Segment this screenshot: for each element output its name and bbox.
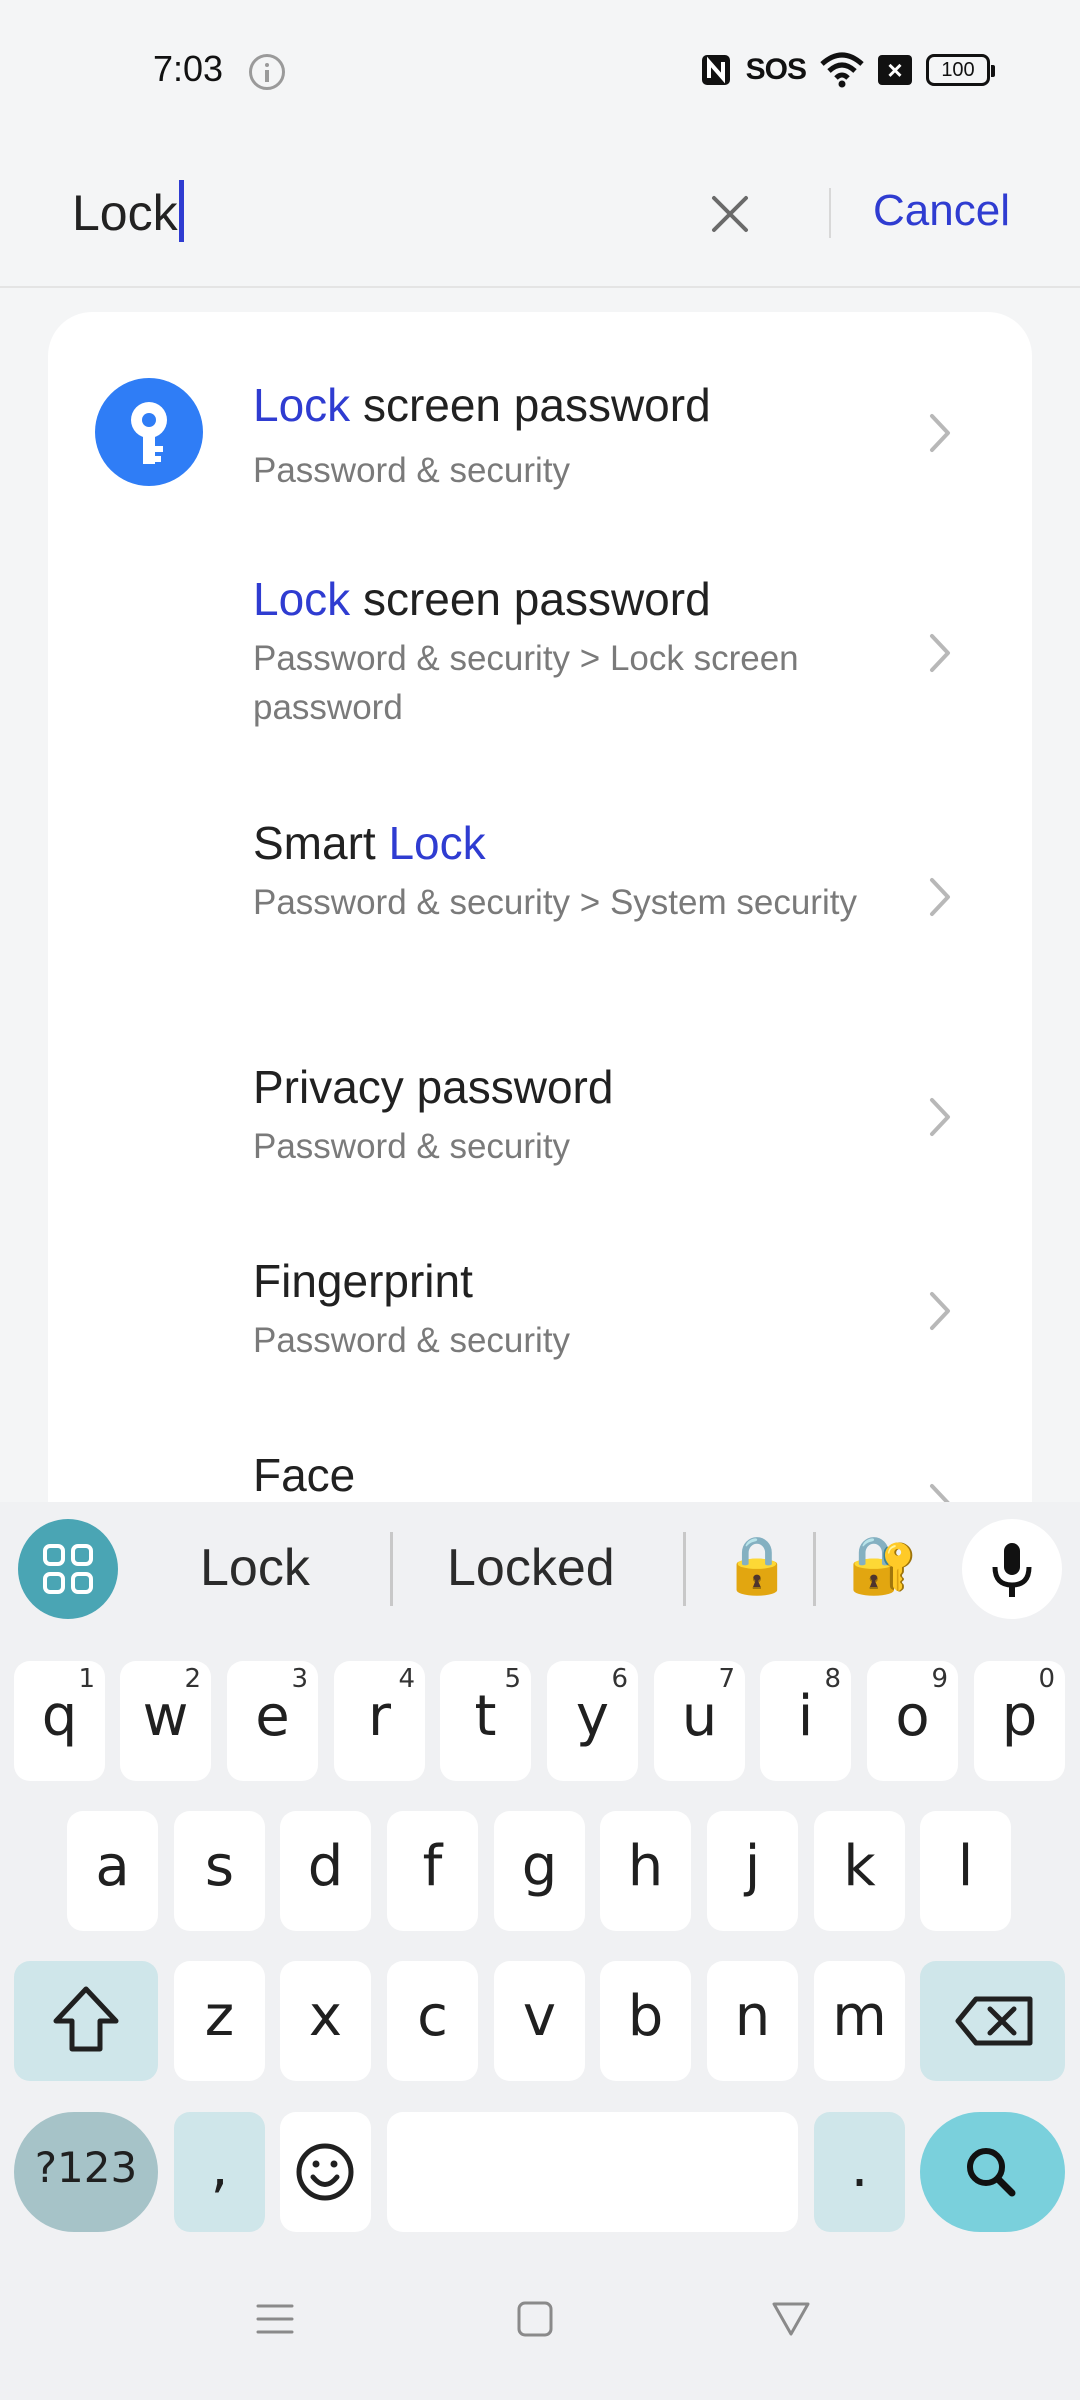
key-t[interactable]: t5 <box>440 1661 531 1781</box>
key-z[interactable]: z <box>174 1961 265 2081</box>
key-j[interactable]: j <box>707 1811 798 1931</box>
result-item[interactable]: Face <box>48 1382 1032 1502</box>
key-o[interactable]: o9 <box>867 1661 958 1781</box>
nfc-icon <box>701 55 730 85</box>
emoji-suggestion[interactable]: 🔐 <box>848 1532 918 1598</box>
chevron-right-icon <box>930 414 950 452</box>
result-item[interactable]: Fingerprint Password & security <box>48 1188 1032 1382</box>
key-m[interactable]: m <box>814 1961 905 2081</box>
emoji-key[interactable] <box>280 2112 371 2232</box>
period-key[interactable]: . <box>814 2112 905 2232</box>
suggestion-item[interactable]: Locked <box>447 1538 615 1598</box>
result-title: Lock screen password <box>253 379 711 431</box>
key-p[interactable]: p0 <box>974 1661 1065 1781</box>
search-bar: Lock Cancel <box>0 150 1080 286</box>
result-title: Face <box>253 1449 356 1501</box>
keyboard: Lock Locked 🔒 🔐 q1 w2 e3 r4 t5 y6 u7 i8 … <box>0 1502 1080 2254</box>
key-w[interactable]: w2 <box>120 1661 211 1781</box>
symbols-key[interactable]: ?123 <box>14 2112 158 2232</box>
status-bar: 7:03 SOS × 100 <box>0 0 1080 130</box>
key-s[interactable]: s <box>174 1811 265 1931</box>
emoji-suggestion[interactable]: 🔒 <box>722 1532 792 1598</box>
result-subtitle: Password & security > System security <box>253 883 857 922</box>
shift-key[interactable] <box>14 1961 158 2081</box>
header-divider <box>0 286 1080 288</box>
microphone-icon[interactable] <box>962 1519 1062 1619</box>
result-subtitle: Password & security > Lock screen passwo… <box>253 639 799 727</box>
search-results: Lock screen password Password & security… <box>48 312 1032 1502</box>
chevron-right-icon <box>930 878 950 916</box>
emoji-icon <box>296 2143 354 2201</box>
battery-level: 100 <box>941 59 975 81</box>
comma-key[interactable]: , <box>174 2112 265 2232</box>
key-h[interactable]: h <box>600 1811 691 1931</box>
key-a[interactable]: a <box>67 1811 158 1931</box>
key-x[interactable]: x <box>280 1961 371 2081</box>
key-u[interactable]: u7 <box>654 1661 745 1781</box>
clear-search-icon[interactable] <box>700 184 760 244</box>
result-item[interactable]: Lock screen password Password & security… <box>48 506 1032 750</box>
search-query: Lock <box>72 185 178 241</box>
key-b[interactable]: b <box>600 1961 691 2081</box>
no-sim-icon: × <box>878 55 912 85</box>
suggestion-divider <box>683 1532 686 1606</box>
key-d[interactable]: d <box>280 1811 371 1931</box>
backspace-icon <box>955 1996 1033 2046</box>
home-icon[interactable] <box>510 2294 560 2344</box>
suggestion-bar: Lock Locked 🔒 🔐 <box>0 1502 1080 1638</box>
battery-icon: 100 <box>926 54 995 86</box>
key-q[interactable]: q1 <box>14 1661 105 1781</box>
suggestion-divider <box>813 1532 816 1606</box>
result-title: Fingerprint <box>253 1255 473 1307</box>
key-r[interactable]: r4 <box>334 1661 425 1781</box>
key-f[interactable]: f <box>387 1811 478 1931</box>
result-title: Privacy password <box>253 1061 614 1113</box>
key-g[interactable]: g <box>494 1811 585 1931</box>
suggestion-divider <box>390 1532 393 1606</box>
cancel-button[interactable]: Cancel <box>860 186 1010 236</box>
sos-indicator: SOS <box>745 53 807 86</box>
space-key[interactable] <box>387 2112 798 2232</box>
result-subtitle: Password & security <box>253 451 571 490</box>
result-item[interactable]: Privacy password Password & security <box>48 994 1032 1188</box>
key-icon <box>95 378 203 486</box>
search-key[interactable] <box>920 2112 1065 2232</box>
shift-icon <box>53 1986 119 2052</box>
chevron-right-icon <box>930 1484 950 1502</box>
key-l[interactable]: l <box>920 1811 1011 1931</box>
search-input[interactable]: Lock <box>72 180 184 242</box>
status-icons: SOS × 100 <box>700 52 995 88</box>
result-item[interactable]: Lock screen password Password & security <box>48 312 1032 506</box>
result-subtitle: Password & security <box>253 1127 571 1166</box>
wifi-icon <box>820 52 864 88</box>
result-title: Smart Lock <box>253 817 486 869</box>
result-title: Lock screen password <box>253 573 711 625</box>
apps-grid-icon[interactable] <box>18 1519 118 1619</box>
info-icon <box>249 54 285 90</box>
result-item[interactable]: Smart Lock Password & security > System … <box>48 750 1032 994</box>
suggestion-item[interactable]: Lock <box>200 1538 310 1598</box>
navigation-bar <box>0 2254 1080 2400</box>
status-time: 7:03 <box>153 48 224 89</box>
search-icon <box>967 2148 1016 2197</box>
key-e[interactable]: e3 <box>227 1661 318 1781</box>
chevron-right-icon <box>930 1292 950 1330</box>
key-c[interactable]: c <box>387 1961 478 2081</box>
key-k[interactable]: k <box>814 1811 905 1931</box>
key-y[interactable]: y6 <box>547 1661 638 1781</box>
text-cursor <box>178 180 184 242</box>
key-v[interactable]: v <box>494 1961 585 2081</box>
chevron-right-icon <box>930 1098 950 1136</box>
back-icon[interactable] <box>766 2294 816 2344</box>
search-divider <box>829 188 831 238</box>
menu-icon[interactable] <box>250 2294 300 2344</box>
chevron-right-icon <box>930 634 950 672</box>
key-n[interactable]: n <box>707 1961 798 2081</box>
backspace-key[interactable] <box>920 1961 1065 2081</box>
result-subtitle: Password & security <box>253 1321 571 1360</box>
key-i[interactable]: i8 <box>760 1661 851 1781</box>
